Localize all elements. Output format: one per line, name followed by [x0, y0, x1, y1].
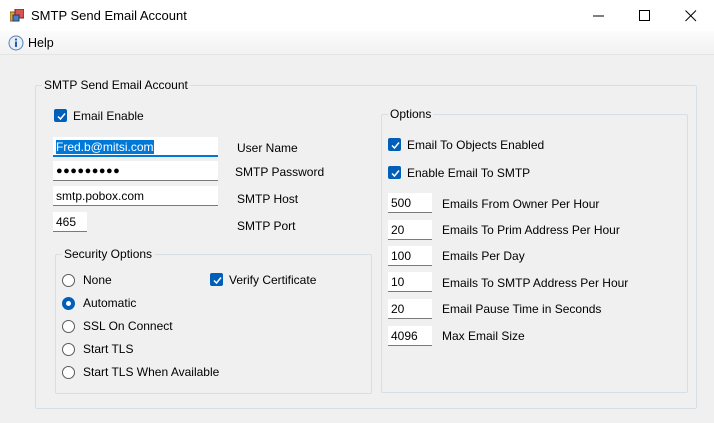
- email-pause-time-label: Email Pause Time in Seconds: [442, 302, 602, 316]
- max-email-size-input[interactable]: 4096: [388, 326, 432, 346]
- radio-start-tls[interactable]: [62, 343, 75, 356]
- radio-start-tls-when-available-label: Start TLS When Available: [83, 365, 220, 379]
- options-group-title: Options: [388, 107, 434, 121]
- verify-certificate-label: Verify Certificate: [229, 273, 317, 287]
- help-menu-label: Help: [28, 36, 54, 50]
- user-name-label: User Name: [237, 141, 298, 155]
- emails-to-smtp-input[interactable]: 10: [388, 272, 432, 292]
- emails-to-smtp-label: Emails To SMTP Address Per Hour: [442, 276, 629, 290]
- help-info-icon: [8, 35, 24, 51]
- smtp-host-input[interactable]: smtp.pobox.com: [53, 186, 218, 206]
- checkmark-icon: [213, 277, 222, 285]
- minimize-icon: [593, 15, 604, 17]
- email-to-objects-label: Email To Objects Enabled: [407, 138, 545, 152]
- menu-bar: Help: [0, 31, 714, 55]
- radio-none[interactable]: [62, 274, 75, 287]
- email-pause-time-input[interactable]: 20: [388, 299, 432, 319]
- verify-certificate-checkbox[interactable]: [210, 273, 223, 286]
- max-email-size-label: Max Email Size: [442, 329, 525, 343]
- user-name-value: Fred.b@mitsi.com: [56, 140, 154, 154]
- email-enable-checkbox[interactable]: [54, 109, 67, 122]
- radio-start-tls-when-available[interactable]: [62, 366, 75, 379]
- emails-per-day-label: Emails Per Day: [442, 249, 525, 263]
- radio-start-tls-label: Start TLS: [83, 342, 134, 356]
- help-menu[interactable]: Help: [8, 34, 54, 52]
- radio-ssl-on-connect[interactable]: [62, 320, 75, 333]
- smtp-account-group-title: SMTP Send Email Account: [42, 78, 190, 92]
- smtp-port-label: SMTP Port: [237, 219, 296, 233]
- emails-to-prim-label: Emails To Prim Address Per Hour: [442, 223, 620, 237]
- radio-none-label: None: [83, 273, 112, 287]
- checkmark-icon: [391, 170, 400, 178]
- checkmark-icon: [57, 113, 66, 121]
- close-icon: [685, 10, 697, 22]
- close-button[interactable]: [668, 0, 714, 31]
- security-options-title: Security Options: [62, 247, 155, 261]
- smtp-host-label: SMTP Host: [237, 192, 299, 206]
- title-bar: SMTP Send Email Account: [0, 0, 714, 31]
- checkmark-icon: [391, 142, 400, 150]
- smtp-password-label: SMTP Password: [235, 165, 325, 179]
- user-name-input[interactable]: Fred.b@mitsi.com: [53, 137, 218, 157]
- emails-from-owner-input[interactable]: 500: [388, 193, 432, 213]
- minimize-button[interactable]: [576, 0, 622, 31]
- enable-email-to-smtp-checkbox[interactable]: [388, 166, 401, 179]
- emails-to-prim-input[interactable]: 20: [388, 220, 432, 240]
- enable-email-to-smtp-label: Enable Email To SMTP: [407, 166, 531, 180]
- emails-from-owner-label: Emails From Owner Per Hour: [442, 197, 600, 211]
- radio-automatic[interactable]: [62, 297, 75, 310]
- email-to-objects-checkbox[interactable]: [388, 138, 401, 151]
- app-icon: [10, 9, 24, 22]
- radio-ssl-on-connect-label: SSL On Connect: [83, 319, 173, 333]
- window-title: SMTP Send Email Account: [31, 8, 187, 23]
- maximize-icon: [639, 10, 650, 21]
- maximize-button[interactable]: [622, 0, 668, 31]
- email-enable-label: Email Enable: [73, 109, 144, 123]
- smtp-port-input[interactable]: 465: [53, 212, 87, 232]
- emails-per-day-input[interactable]: 100: [388, 246, 432, 266]
- radio-automatic-label: Automatic: [83, 296, 137, 310]
- smtp-password-input[interactable]: ●●●●●●●●●: [53, 161, 218, 181]
